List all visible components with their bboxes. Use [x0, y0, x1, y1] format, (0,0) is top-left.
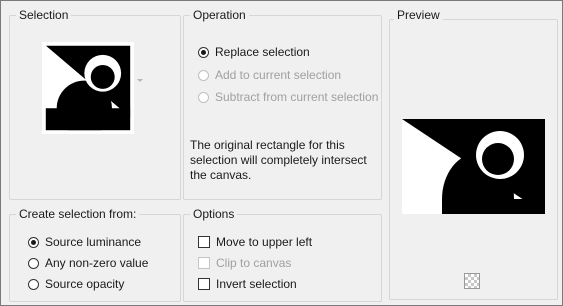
create-from-group-title: Create selection from:	[16, 207, 140, 221]
create-selection-from-group: Create selection from: Source luminance …	[9, 207, 181, 302]
dialog-frame: Selection Operation Replace selection Ad…	[0, 0, 563, 306]
radio-indicator[interactable]	[198, 46, 209, 58]
operation-note: The original rectangle for this selectio…	[190, 138, 367, 183]
radio-label: Any non-zero value	[45, 256, 149, 270]
checkbox-label: Clip to canvas	[216, 256, 292, 270]
radio-subtract-from-current-selection[interactable]: Subtract from current selection	[198, 89, 378, 105]
checkbox-indicator[interactable]	[198, 257, 210, 269]
checkbox-indicator[interactable]	[198, 278, 210, 290]
radio-label: Subtract from current selection	[215, 90, 379, 104]
note-line: The original rectangle for this	[190, 138, 345, 152]
operation-group: Operation Replace selection Add to curre…	[183, 8, 382, 200]
checkbox-indicator[interactable]	[198, 236, 210, 248]
radio-indicator[interactable]	[198, 91, 209, 103]
selection-group-title: Selection	[16, 8, 72, 22]
radio-any-non-zero-value[interactable]: Any non-zero value	[28, 255, 148, 271]
checkbox-clip-to-canvas[interactable]: Clip to canvas	[198, 255, 291, 271]
selection-thumbnail[interactable]	[41, 41, 134, 136]
radio-indicator[interactable]	[198, 69, 209, 81]
radio-source-opacity[interactable]: Source opacity	[28, 276, 124, 292]
checkbox-invert-selection[interactable]: Invert selection	[198, 276, 297, 292]
radio-indicator[interactable]	[28, 257, 39, 269]
preview-image	[402, 119, 545, 245]
preview-group: Preview	[389, 8, 558, 300]
radio-label: Add to current selection	[215, 68, 342, 82]
radio-label: Replace selection	[215, 45, 310, 59]
chevron-down-icon[interactable]	[137, 79, 143, 82]
preview-group-title: Preview	[394, 8, 443, 22]
selection-group: Selection	[9, 8, 181, 200]
radio-replace-selection[interactable]: Replace selection	[198, 44, 310, 60]
radio-source-luminance[interactable]: Source luminance	[28, 234, 141, 250]
checkerboard-icon[interactable]	[464, 273, 480, 289]
note-line: the canvas.	[190, 168, 252, 182]
note-line: selection will completely intersect	[190, 153, 367, 167]
options-group-title: Options	[190, 207, 238, 221]
radio-add-to-current-selection[interactable]: Add to current selection	[198, 67, 341, 83]
checkbox-label: Invert selection	[216, 277, 297, 291]
radio-label: Source opacity	[45, 277, 125, 291]
radio-indicator[interactable]	[28, 236, 39, 248]
checkbox-move-to-upper-left[interactable]: Move to upper left	[198, 234, 312, 250]
checkbox-label: Move to upper left	[216, 235, 313, 249]
options-group: Options Move to upper left Clip to canva…	[183, 207, 382, 302]
radio-indicator[interactable]	[28, 278, 39, 290]
operation-group-title: Operation	[190, 8, 249, 22]
radio-label: Source luminance	[45, 235, 142, 249]
